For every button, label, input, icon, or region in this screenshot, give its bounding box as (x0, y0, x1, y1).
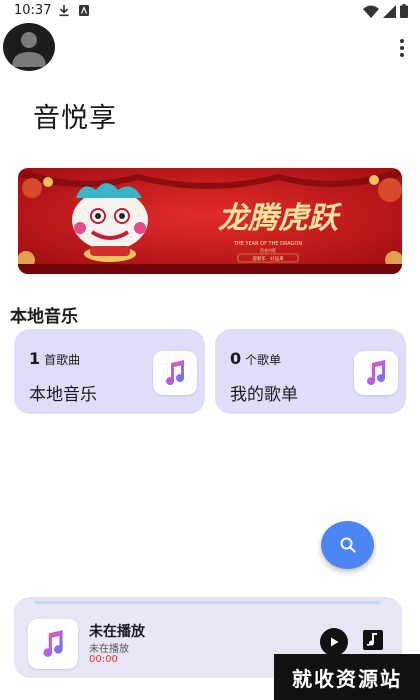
watermark-text: 就收资源站 (292, 666, 402, 691)
player-cover (28, 619, 78, 669)
banner-image: 龙腾虎跃 THE YEAR OF THE DRAGON 百业兴旺 迎新年 · 好… (18, 168, 402, 274)
signal-icon (383, 4, 396, 18)
local-songs-card[interactable]: 1 首歌曲 本地音乐 (14, 329, 205, 414)
user-avatar-icon (12, 32, 46, 67)
avatar[interactable] (3, 23, 55, 71)
player-title: 未在播放 (89, 624, 145, 640)
watermark-overlay: 就收资源站 (274, 654, 420, 700)
playlists-label: 我的歌单 (230, 385, 298, 405)
music-note-icon (354, 351, 398, 395)
section-title-local-music: 本地音乐 (10, 307, 78, 327)
more-options-button[interactable] (394, 36, 410, 60)
playlist-button[interactable] (362, 627, 384, 651)
playlists-count: 0 (230, 349, 242, 368)
local-songs-count: 1 (29, 349, 41, 368)
download-icon (59, 5, 69, 17)
search-icon (340, 537, 356, 553)
promo-banner[interactable]: 龙腾虎跃 THE YEAR OF THE DRAGON 百业兴旺 迎新年 · 好… (18, 168, 402, 274)
search-button[interactable] (321, 521, 374, 569)
status-bar: 10:37 (0, 0, 420, 22)
banner-caption-small: 百业兴旺 (260, 247, 276, 253)
card-count: 0 个歌单 (230, 349, 281, 368)
my-playlists-card[interactable]: 0 个歌单 我的歌单 (215, 329, 406, 414)
battery-icon (400, 4, 408, 18)
wifi-icon (363, 5, 379, 18)
card-count: 1 首歌曲 (29, 349, 80, 368)
player-time: 00:00 (89, 654, 118, 665)
more-vert-icon (400, 39, 404, 43)
banner-caption-line: 迎新年 · 好运来 (252, 255, 284, 262)
music-note-icon (43, 630, 63, 657)
local-songs-unit: 首歌曲 (44, 353, 81, 367)
play-icon (331, 637, 339, 647)
app-title: 音悦享 (33, 103, 117, 134)
status-right-icons (363, 4, 408, 18)
local-songs-label: 本地音乐 (29, 385, 97, 405)
playlists-unit: 个歌单 (245, 353, 282, 367)
player-subtitle: 未在播放 (89, 644, 129, 655)
status-time: 10:37 (14, 3, 52, 18)
notification-app-icon (79, 5, 89, 16)
status-left-icons (58, 4, 90, 17)
banner-main-text: 龙腾虎跃 (218, 201, 343, 236)
queue-music-icon (363, 630, 383, 650)
banner-caption-en: THE YEAR OF THE DRAGON (233, 241, 302, 247)
player-progress-track[interactable] (34, 601, 380, 604)
play-button[interactable] (320, 628, 348, 656)
music-note-icon (153, 351, 197, 395)
